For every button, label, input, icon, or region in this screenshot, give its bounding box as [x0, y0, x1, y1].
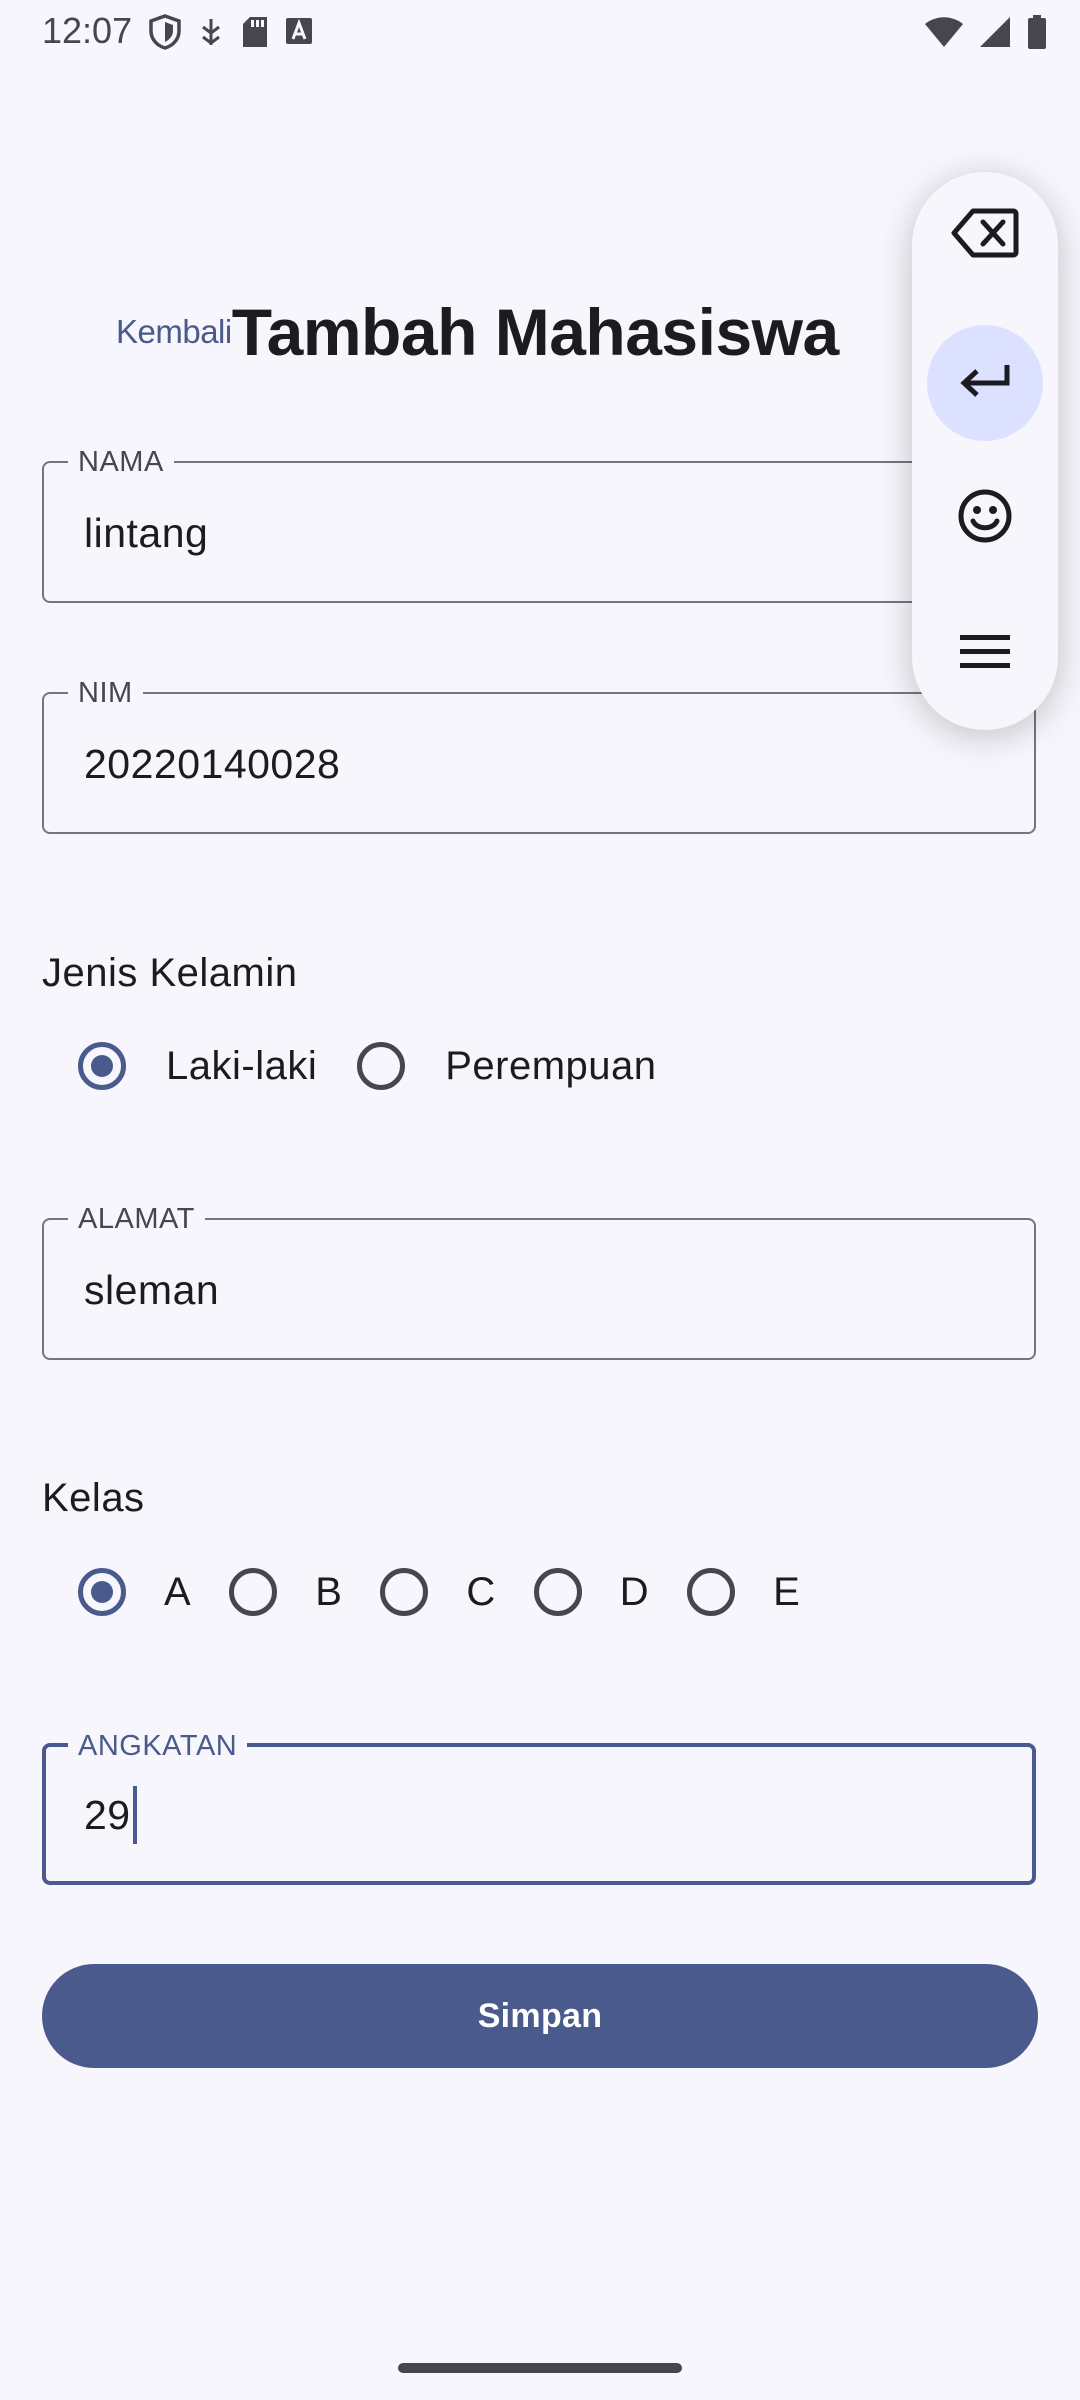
radio-laki-laki-circle[interactable]	[78, 1042, 126, 1090]
radio-laki-laki-label: Laki-laki	[166, 1043, 318, 1088]
simpan-button[interactable]: Simpan	[42, 1964, 1038, 2068]
sd-card-icon	[240, 15, 270, 49]
nama-field-label: NAMA	[68, 445, 174, 479]
emoji-icon	[957, 488, 1013, 549]
keyboard-a-icon	[284, 16, 314, 48]
home-indicator[interactable]	[398, 2363, 682, 2373]
back-button[interactable]: Kembali	[116, 313, 232, 351]
usb-debug-icon	[196, 15, 226, 49]
header: Kembali Tambah Mahasiswa	[116, 292, 839, 372]
radio-kelas-a-circle[interactable]	[78, 1568, 126, 1616]
status-time: 12:07	[42, 10, 133, 51]
radio-kelas-b-circle[interactable]	[229, 1568, 278, 1616]
backspace-button[interactable]	[927, 177, 1043, 293]
alamat-field-label: ALAMAT	[68, 1202, 205, 1236]
radio-perempuan-circle[interactable]	[357, 1042, 406, 1090]
enter-icon	[957, 361, 1013, 406]
jenis-kelamin-radio-group: Laki-laki Perempuan	[78, 1042, 697, 1090]
alamat-field-value: sleman	[84, 1267, 220, 1313]
radio-kelas-d-circle[interactable]	[533, 1568, 582, 1616]
angkatan-field[interactable]: ANGKATAN 29	[42, 1729, 1036, 1885]
nama-field[interactable]: NAMA lintang	[42, 445, 1036, 603]
radio-kelas-b[interactable]: B	[229, 1568, 380, 1616]
radio-kelas-c-circle[interactable]	[380, 1568, 429, 1616]
radio-kelas-c-label: C	[466, 1569, 496, 1614]
page-title: Tambah Mahasiswa	[231, 295, 839, 369]
backspace-icon	[951, 207, 1019, 264]
radio-kelas-a[interactable]: A	[78, 1568, 229, 1616]
radio-laki-laki[interactable]: Laki-laki	[78, 1042, 357, 1090]
nama-field-value: lintang	[84, 510, 209, 556]
menu-button[interactable]	[927, 596, 1043, 712]
nim-field[interactable]: NIM 20220140028	[42, 676, 1036, 834]
enter-button[interactable]	[927, 325, 1043, 441]
radio-kelas-b-label: B	[315, 1569, 343, 1614]
kelas-radio-group: A B C D E	[78, 1568, 838, 1616]
radio-perempuan[interactable]: Perempuan	[357, 1042, 696, 1090]
nim-field-value: 20220140028	[84, 741, 341, 787]
radio-kelas-e-circle[interactable]	[687, 1568, 736, 1616]
signal-icon	[978, 15, 1012, 54]
kelas-label: Kelas	[42, 1476, 145, 1520]
angkatan-field-value: 29	[84, 1792, 131, 1838]
radio-perempuan-label: Perempuan	[445, 1043, 657, 1088]
menu-icon	[959, 632, 1011, 677]
battery-icon	[1026, 14, 1048, 55]
status-icons-right	[924, 14, 1048, 55]
angkatan-field-value-wrap: 29	[84, 1786, 137, 1845]
radio-kelas-d-label: D	[619, 1569, 650, 1614]
radio-kelas-d[interactable]: D	[533, 1568, 687, 1616]
angkatan-field-label: ANGKATAN	[68, 1729, 248, 1763]
alamat-field[interactable]: ALAMAT sleman	[42, 1202, 1036, 1360]
radio-kelas-c[interactable]: C	[380, 1568, 533, 1616]
wifi-icon	[924, 15, 964, 54]
jenis-kelamin-label: Jenis Kelamin	[42, 951, 298, 995]
keyboard-floating-toolbar	[912, 172, 1058, 730]
status-bar: 12:07	[0, 0, 1080, 62]
shield-icon	[148, 14, 182, 50]
nim-field-label: NIM	[68, 676, 143, 710]
radio-kelas-e-label: E	[773, 1569, 801, 1614]
text-cursor	[132, 1786, 137, 1845]
radio-kelas-a-label: A	[164, 1569, 192, 1614]
emoji-button[interactable]	[927, 460, 1043, 576]
status-icons-left	[148, 14, 314, 50]
radio-kelas-e[interactable]: E	[687, 1568, 838, 1616]
